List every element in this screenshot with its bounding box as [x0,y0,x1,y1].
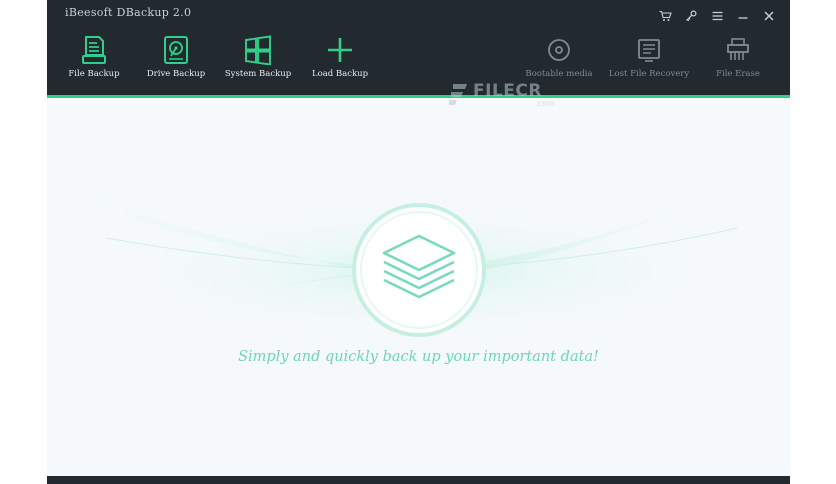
load-backup-label: Load Backup [311,69,369,79]
shredder-icon [722,34,754,66]
file-erase-label: File Erase [716,69,760,79]
lost-file-recovery-label: Lost File Recovery [608,69,690,79]
file-backup-icon [78,34,110,66]
recovery-icon [633,34,665,66]
file-backup-label: File Backup [68,69,120,79]
title-toolbar: iBeesoft DBackup 2.0 File Backup Drive B… [47,0,790,95]
close-icon[interactable] [756,7,782,25]
load-backup-button[interactable]: Load Backup [300,34,380,82]
system-backup-button[interactable]: System Backup [218,34,298,82]
filecr-logo-icon [449,84,467,105]
file-erase-button[interactable]: File Erase [698,34,778,82]
load-backup-icon [324,34,356,66]
key-icon[interactable] [678,7,704,25]
main-content: Simply and quickly back up your importan… [47,98,790,476]
file-backup-button[interactable]: File Backup [54,34,134,82]
system-backup-label: System Backup [224,69,292,79]
window-title: iBeesoft DBackup 2.0 [65,6,192,19]
tagline: Simply and quickly back up your importan… [238,349,599,365]
cart-icon[interactable] [652,7,678,25]
app-window: iBeesoft DBackup 2.0 File Backup Drive B… [47,0,790,484]
disc-icon [543,34,575,66]
drive-backup-icon [160,34,192,66]
minimize-icon[interactable] [730,7,756,25]
lost-file-recovery-button[interactable]: Lost File Recovery [609,34,689,82]
watermark: FILECR .com [447,81,555,112]
system-backup-icon [242,34,274,66]
window-controls [652,7,782,25]
status-bar [47,476,790,484]
drive-backup-button[interactable]: Drive Backup [136,34,216,82]
watermark-text: FILECR [473,81,542,101]
bootable-media-button[interactable]: Bootable media [519,34,599,82]
watermark-subtext: .com [535,99,555,108]
bootable-media-label: Bootable media [525,69,593,79]
hero-illustration [67,168,770,353]
drive-backup-label: Drive Backup [146,69,206,79]
menu-icon[interactable] [704,7,730,25]
